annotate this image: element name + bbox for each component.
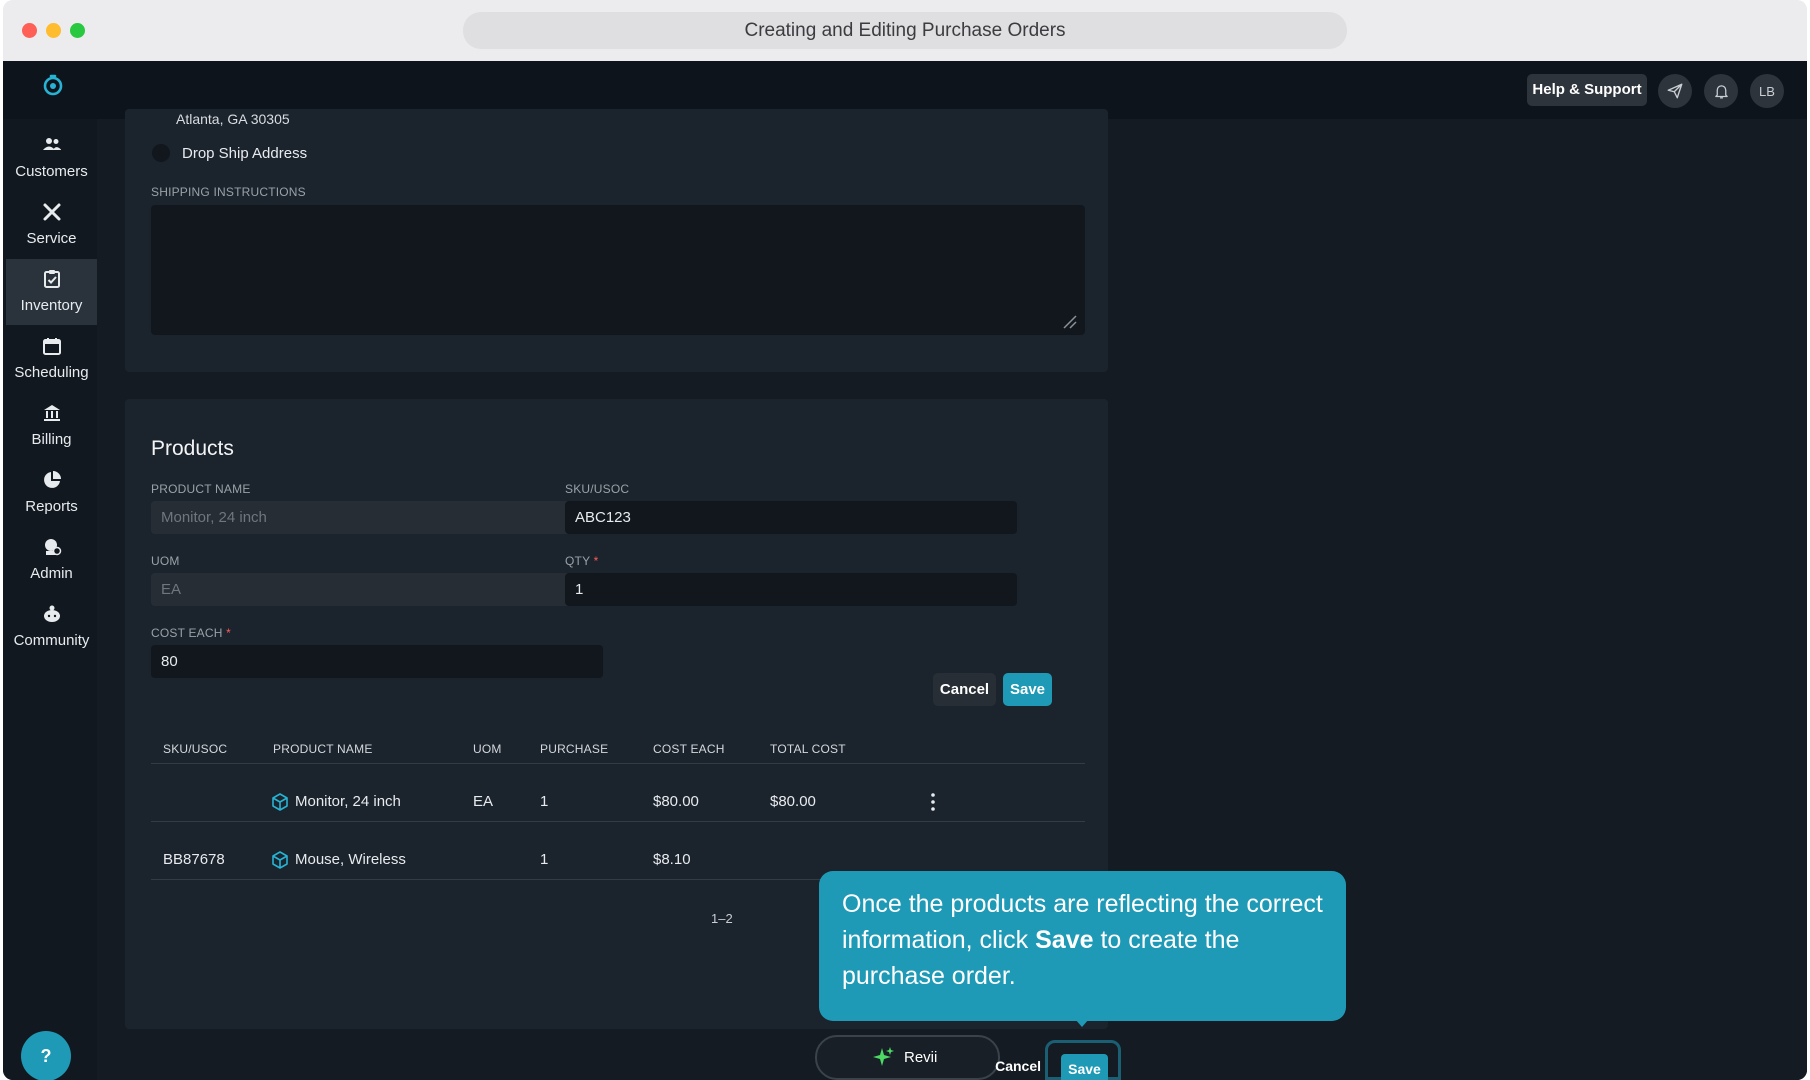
column-header-product-name[interactable]: PRODUCT NAME (273, 742, 373, 756)
shipping-card: Atlanta, GA 30305 Drop Ship Address SHIP… (125, 109, 1108, 372)
row-sku: BB87678 (163, 851, 225, 868)
cost-each-label: COST EACH (151, 626, 223, 640)
row-uom: EA (473, 793, 494, 810)
row-product-name: Mouse, Wireless (295, 851, 406, 868)
required-mark: * (593, 554, 599, 568)
sidebar-item-reports[interactable]: Reports (6, 460, 97, 526)
qty-input[interactable]: 1 (565, 573, 1017, 606)
resize-grip-icon[interactable] (1061, 313, 1077, 329)
products-title: Products (151, 437, 234, 460)
bank-icon (44, 405, 60, 421)
app-logo-icon[interactable] (41, 73, 65, 97)
product-name-label: PRODUCT NAME (151, 482, 251, 496)
row-cost-each: $8.10 (653, 851, 691, 868)
revii-assistant-button[interactable]: Revii (815, 1035, 1000, 1080)
sidebar-item-service[interactable]: Service (6, 192, 97, 258)
sidebar-item-billing[interactable]: Billing (6, 393, 97, 459)
community-icon (44, 605, 60, 622)
sidebar-item-label: Customers (15, 163, 88, 180)
column-header-uom[interactable]: UOM (473, 742, 502, 756)
send-icon (1667, 83, 1683, 99)
bottom-cancel-button[interactable]: Cancel (993, 1058, 1041, 1080)
table-header-divider (151, 763, 1085, 764)
window-titlebar: Creating and Editing Purchase Orders (3, 0, 1807, 61)
sku-input[interactable]: ABC123 (565, 501, 1017, 534)
required-mark: * (226, 626, 232, 640)
shipping-instructions-textarea[interactable] (151, 205, 1085, 335)
product-name-input[interactable]: Monitor, 24 inch (151, 501, 603, 534)
pagination-range: 1–2 (711, 911, 733, 926)
sidebar-item-customers[interactable]: Customers (6, 125, 97, 191)
sidebar-item-admin[interactable]: Admin (6, 527, 97, 593)
sidebar-item-label: Reports (25, 498, 78, 515)
maximize-window-button[interactable] (70, 23, 85, 38)
cost-each-label-group: COST EACH * (151, 626, 231, 640)
uom-input[interactable]: EA (151, 573, 603, 606)
inventory-icon (44, 270, 60, 288)
cost-each-input[interactable]: 80 (151, 645, 603, 678)
notifications-button[interactable] (1704, 74, 1738, 108)
revii-label: Revii (904, 1049, 938, 1066)
walkthrough-tooltip: Once the products are reflecting the cor… (819, 871, 1346, 1021)
bottom-save-button[interactable]: Save (1061, 1054, 1108, 1080)
more-options-icon[interactable] (931, 793, 935, 811)
sidebar-item-label: Inventory (20, 297, 83, 314)
row-divider (151, 821, 1085, 822)
shipping-instructions-label: SHIPPING INSTRUCTIONS (151, 185, 306, 199)
close-window-button[interactable] (22, 23, 37, 38)
shipping-address-line: Atlanta, GA 30305 (176, 111, 290, 127)
sidebar: Customers Service Inventory Scheduling B… (3, 119, 97, 1080)
uom-label: UOM (151, 554, 180, 568)
send-button[interactable] (1658, 74, 1692, 108)
row-cost-each: $80.00 (653, 793, 699, 810)
form-cancel-button[interactable]: Cancel (933, 673, 996, 706)
help-support-button[interactable]: Help & Support (1527, 74, 1647, 106)
sidebar-item-label: Community (13, 632, 90, 649)
user-avatar[interactable]: LB (1750, 74, 1784, 108)
sparkle-icon (873, 1047, 894, 1066)
sidebar-item-community[interactable]: Community (6, 594, 97, 660)
bell-icon (1714, 84, 1728, 99)
service-icon (43, 203, 61, 221)
calendar-icon (43, 338, 61, 355)
row-purchase: 1 (540, 851, 549, 868)
column-header-total-cost[interactable]: TOTAL COST (770, 742, 846, 756)
customers-icon (43, 138, 61, 150)
sidebar-item-scheduling[interactable]: Scheduling (6, 326, 97, 392)
drop-ship-radio[interactable] (152, 144, 170, 162)
column-header-sku[interactable]: SKU/USOC (163, 742, 227, 756)
product-box-icon (272, 793, 288, 811)
sidebar-item-label: Admin (30, 565, 73, 582)
sidebar-item-label: Scheduling (14, 364, 89, 381)
sidebar-item-label: Service (26, 230, 77, 247)
sidebar-item-inventory[interactable]: Inventory (6, 259, 97, 325)
row-purchase: 1 (540, 793, 549, 810)
form-save-button[interactable]: Save (1003, 673, 1052, 706)
row-product-name: Monitor, 24 inch (295, 793, 401, 810)
browser-window: Creating and Editing Purchase Orders Hel… (3, 0, 1807, 1080)
drop-ship-label: Drop Ship Address (182, 145, 308, 162)
admin-icon (45, 539, 62, 556)
help-fab-button[interactable]: ? (21, 1031, 71, 1080)
sidebar-item-label: Billing (31, 431, 72, 448)
pie-chart-icon (44, 471, 61, 488)
window-title: Creating and Editing Purchase Orders (463, 12, 1347, 49)
qty-label-group: QTY * (565, 554, 598, 568)
qty-label: QTY (565, 554, 591, 568)
sku-label: SKU/USOC (565, 482, 630, 496)
column-header-cost-each[interactable]: COST EACH (653, 742, 725, 756)
column-header-purchase[interactable]: PURCHASE (540, 742, 608, 756)
tooltip-save-emphasis: Save (1035, 926, 1094, 954)
tooltip-pointer (1075, 1019, 1089, 1027)
row-total-cost: $80.00 (770, 793, 816, 810)
minimize-window-button[interactable] (46, 23, 61, 38)
product-box-icon (272, 851, 288, 869)
